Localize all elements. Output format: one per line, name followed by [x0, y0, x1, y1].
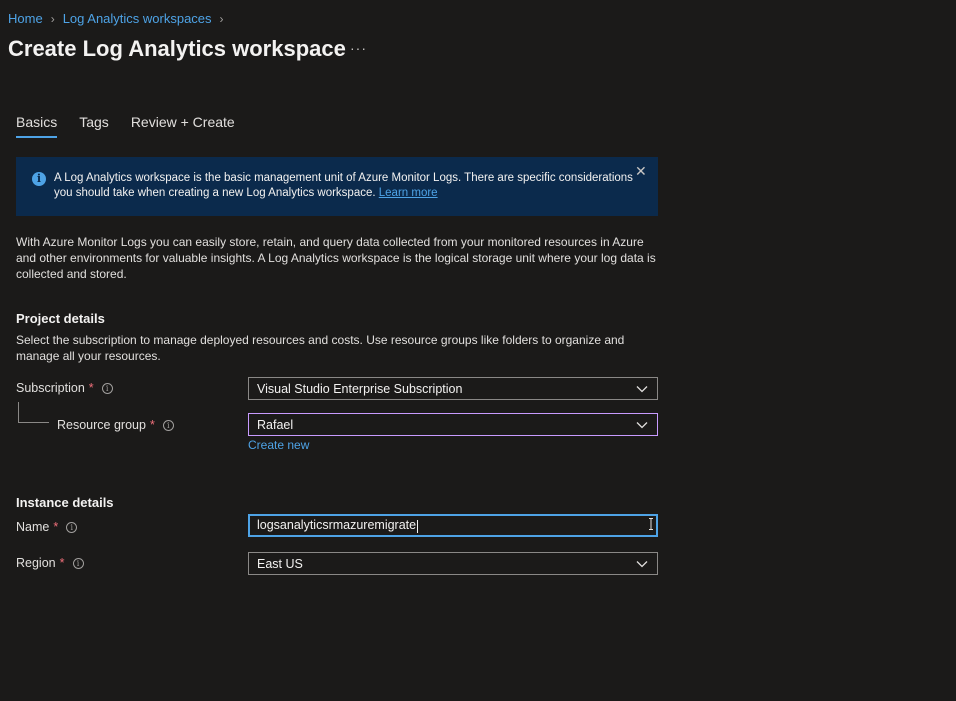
- name-input-value: logsanalyticsrmazuremigrate: [257, 518, 649, 533]
- page-description: With Azure Monitor Logs you can easily s…: [16, 235, 656, 281]
- region-value: East US: [257, 556, 303, 571]
- breadcrumb: Home › Log Analytics workspaces ›: [8, 11, 232, 26]
- region-label-text: Region: [16, 556, 56, 570]
- name-label-text: Name: [16, 520, 50, 534]
- info-icon: i: [32, 172, 46, 186]
- close-icon[interactable]: ✕: [635, 163, 647, 180]
- chevron-down-icon: [636, 560, 648, 567]
- chevron-right-icon: ›: [219, 11, 224, 26]
- region-label: Region * i: [16, 556, 84, 570]
- ibeam-cursor-icon: [649, 518, 653, 530]
- tree-connector: [18, 402, 49, 423]
- subscription-label-text: Subscription: [16, 381, 85, 395]
- region-dropdown[interactable]: East US: [248, 552, 658, 575]
- required-mark: *: [149, 418, 155, 432]
- tab-basics[interactable]: Basics: [16, 114, 58, 138]
- learn-more-link[interactable]: Learn more: [379, 187, 438, 199]
- instance-details-heading: Instance details: [16, 495, 114, 510]
- resource-group-dropdown[interactable]: Rafael: [248, 413, 658, 436]
- info-banner-text: A Log Analytics workspace is the basic m…: [54, 171, 639, 201]
- required-mark: *: [59, 556, 65, 570]
- tab-review-create[interactable]: Review + Create: [131, 114, 235, 138]
- info-icon[interactable]: i: [162, 419, 174, 431]
- subscription-value: Visual Studio Enterprise Subscription: [257, 381, 463, 396]
- tab-tags[interactable]: Tags: [79, 114, 109, 138]
- name-input[interactable]: logsanalyticsrmazuremigrate: [248, 514, 658, 537]
- project-details-text: Select the subscription to manage deploy…: [16, 333, 625, 363]
- create-new-link[interactable]: Create new: [248, 438, 309, 452]
- name-label: Name * i: [16, 520, 78, 534]
- chevron-down-icon: [636, 385, 648, 392]
- required-mark: *: [53, 520, 59, 534]
- subscription-label: Subscription * i: [16, 381, 113, 395]
- chevron-right-icon: ›: [50, 11, 55, 26]
- resource-group-label: Resource group * i: [57, 418, 174, 432]
- info-banner-message: A Log Analytics workspace is the basic m…: [54, 172, 633, 199]
- info-banner: i A Log Analytics workspace is the basic…: [16, 157, 658, 216]
- breadcrumb-home-link[interactable]: Home: [8, 11, 43, 26]
- resource-group-value: Rafael: [257, 417, 294, 432]
- info-icon[interactable]: i: [66, 521, 78, 533]
- info-icon[interactable]: i: [72, 557, 84, 569]
- page-title: Create Log Analytics workspace: [8, 36, 346, 61]
- text-caret: [417, 519, 419, 533]
- project-details-heading: Project details: [16, 311, 105, 326]
- tab-bar: Basics Tags Review + Create: [16, 114, 235, 138]
- name-input-text: logsanalyticsrmazuremigrate: [257, 518, 417, 533]
- resource-group-label-text: Resource group: [57, 418, 146, 432]
- required-mark: *: [88, 381, 94, 395]
- more-options-icon[interactable]: ···: [350, 40, 367, 56]
- info-icon[interactable]: i: [101, 382, 113, 394]
- subscription-dropdown[interactable]: Visual Studio Enterprise Subscription: [248, 377, 658, 400]
- breadcrumb-workspaces-link[interactable]: Log Analytics workspaces: [63, 11, 212, 26]
- chevron-down-icon: [636, 421, 648, 428]
